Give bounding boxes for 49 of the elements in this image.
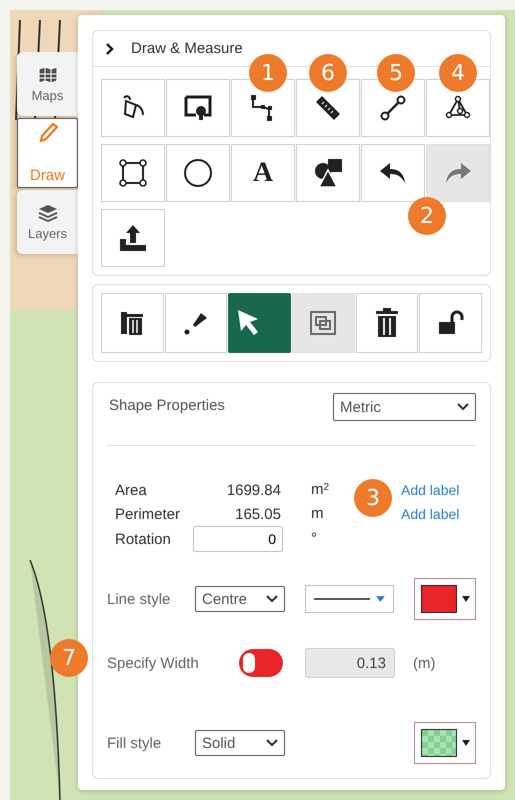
chevron-down-icon — [457, 403, 469, 411]
measure-unit: m$^{2}$ — [310, 480, 330, 500]
measure-label: Area — [115, 482, 148, 498]
upload-icon — [118, 223, 148, 253]
rotation-field[interactable]: 0 — [193, 526, 283, 552]
measure-unit: m — [310, 504, 324, 524]
redo-icon — [443, 161, 473, 185]
chevron-down-icon — [266, 595, 278, 603]
rectangle-icon — [118, 158, 148, 188]
side-tab[interactable]: Layers — [17, 190, 78, 254]
trash-icon — [375, 308, 400, 338]
pencil-icon — [38, 122, 58, 144]
rotation-label: Rotation — [115, 530, 172, 548]
polygon-icon — [444, 95, 472, 121]
map-icon — [38, 66, 58, 84]
layers-icon — [38, 204, 58, 222]
line-color-picker[interactable] — [414, 578, 476, 620]
fill-style-dropdown[interactable]: Solid — [195, 730, 285, 756]
line-dash-dropdown[interactable] — [305, 585, 394, 613]
line-style-label: Line style — [107, 590, 172, 608]
width-unit: (m) — [413, 654, 436, 672]
chevron-down-icon — [266, 739, 278, 747]
line-icon — [379, 94, 407, 122]
side-tab[interactable]: Maps — [17, 52, 78, 116]
caret-down-icon — [462, 740, 470, 746]
solid-line-icon — [314, 598, 370, 600]
fill-style-label: Fill style — [107, 734, 162, 752]
circle-icon — [183, 158, 213, 188]
add-label-link[interactable]: Add label — [401, 506, 460, 522]
shapes-icon — [312, 158, 344, 188]
units-dropdown[interactable]: Metric — [333, 393, 476, 421]
fill-color-picker[interactable] — [414, 722, 476, 764]
tool-button[interactable]: A — [231, 144, 295, 202]
caret-down-icon — [462, 596, 470, 602]
caret-down-icon — [376, 596, 385, 602]
specify-width-label: Specify Width — [107, 654, 200, 672]
group-icon — [308, 309, 338, 337]
section-title: Shape Properties — [109, 396, 225, 414]
measure-value: 165.05 — [234, 506, 281, 522]
frame-marker-icon — [183, 94, 213, 122]
line-position-dropdown[interactable]: Centre — [195, 586, 285, 612]
chevron-icon — [105, 42, 115, 56]
degree-unit: ° — [310, 529, 318, 549]
measure-label: Perimeter — [115, 506, 182, 522]
measure-value: 1699.84 — [226, 482, 281, 498]
tool-button[interactable] — [228, 293, 292, 353]
add-label-link[interactable]: Add label — [401, 482, 460, 498]
undo-icon — [378, 161, 408, 185]
toggle-switch[interactable] — [239, 649, 283, 677]
